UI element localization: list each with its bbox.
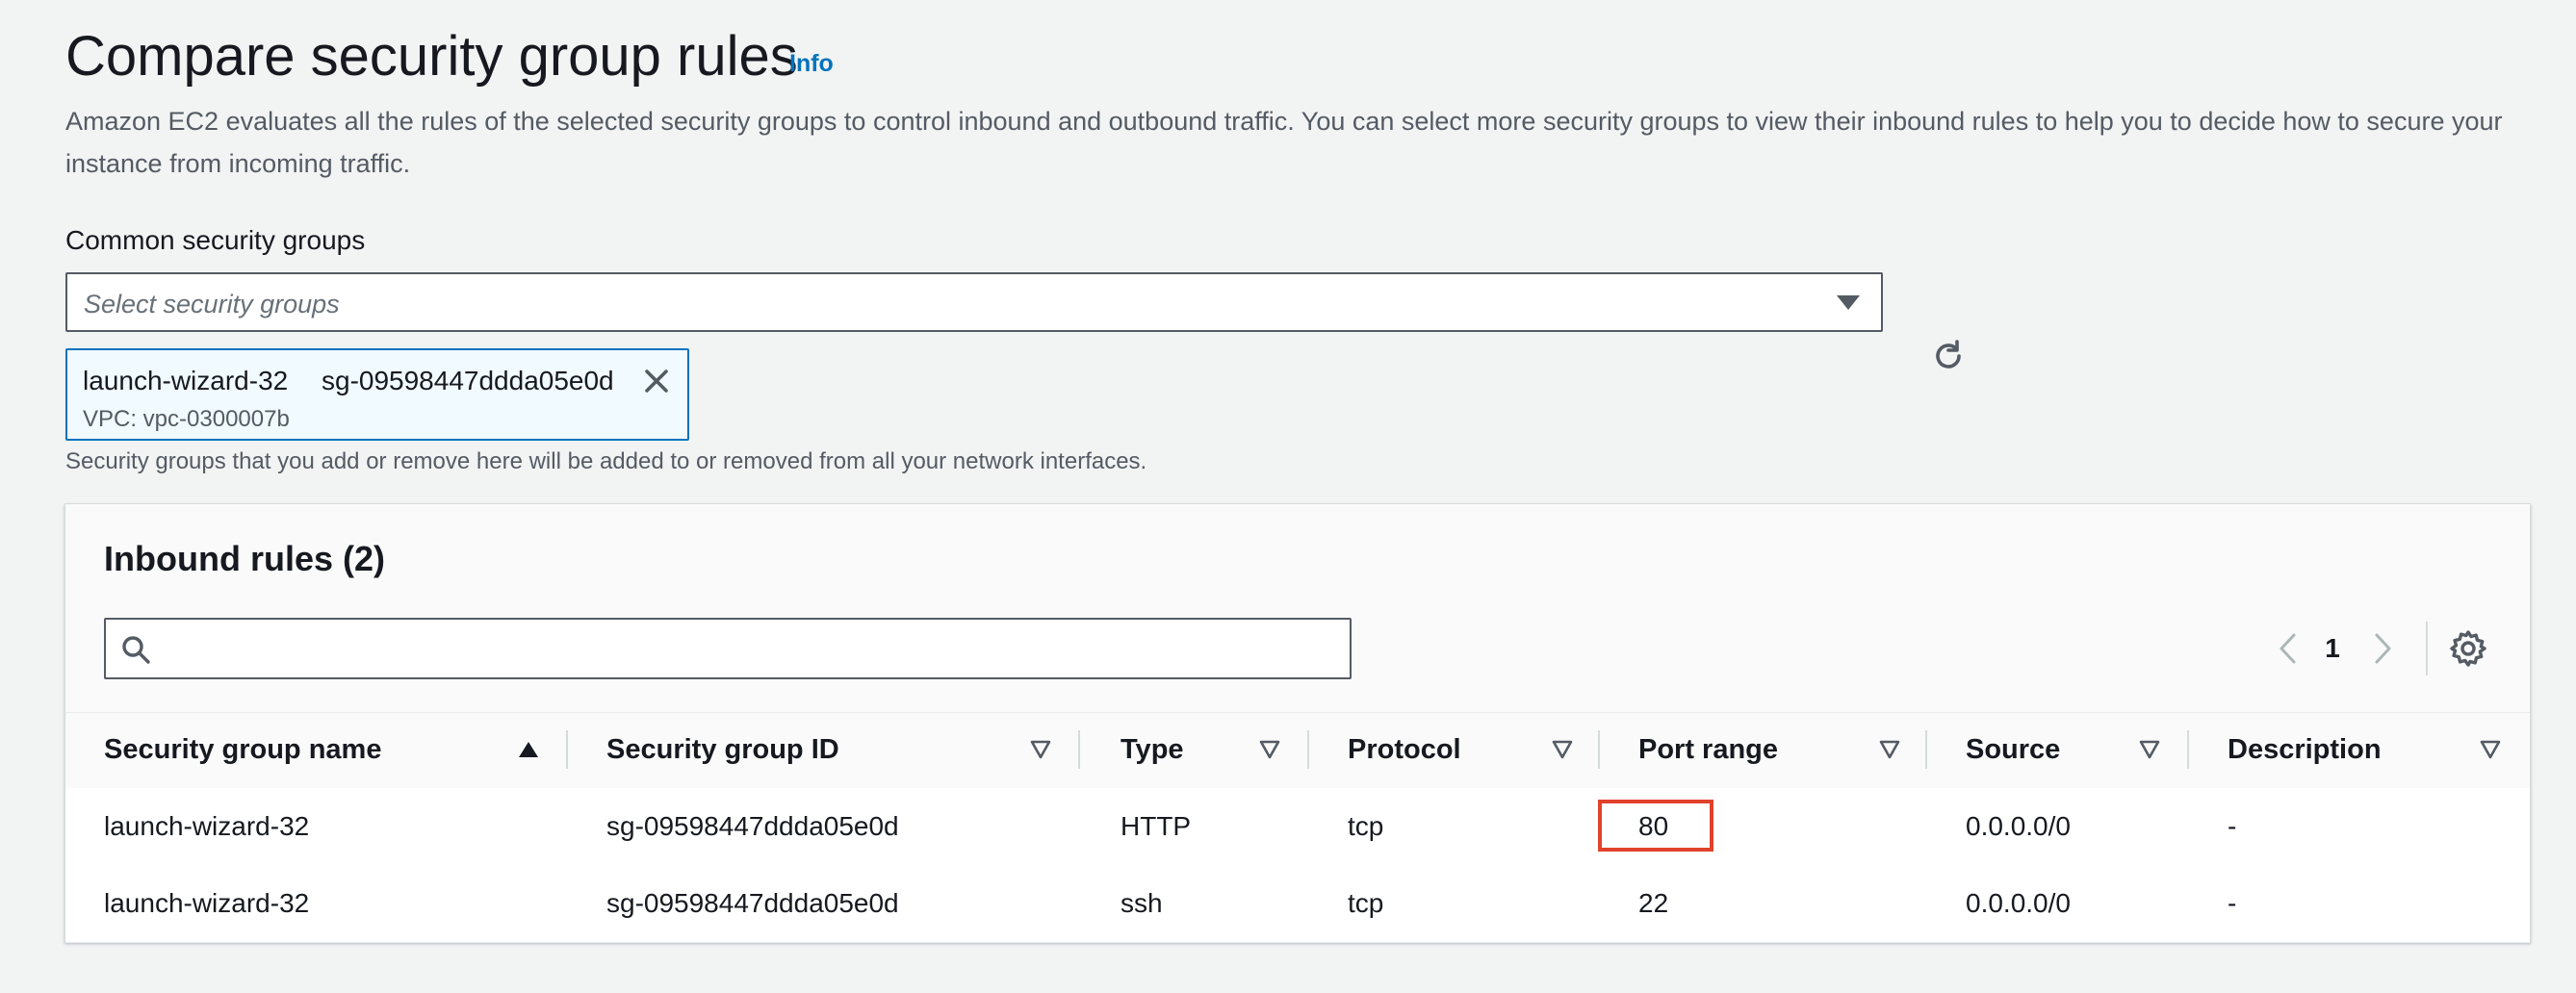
inbound-rules-panel: Inbound rules (2) 1 Security group name … xyxy=(64,503,2531,943)
inbound-rules-title: Inbound rules (2) xyxy=(104,539,385,578)
caret-down-icon xyxy=(1837,295,1860,310)
column-header-protocol[interactable]: Protocol xyxy=(1348,734,1461,766)
cell-security-group-name: launch-wizard-32 xyxy=(104,811,310,841)
column-header-port-range[interactable]: Port range xyxy=(1638,734,1778,766)
page-number[interactable]: 1 xyxy=(2318,633,2347,664)
cell-security-group-id: sg-09598447ddda05e0d xyxy=(606,888,899,918)
cell-description: - xyxy=(2228,888,2237,918)
security-groups-label: Common security groups xyxy=(65,225,366,255)
column-header-security-group-id[interactable]: Security group ID xyxy=(606,734,839,766)
cell-source: 0.0.0.0/0 xyxy=(1966,888,2071,918)
column-header-type[interactable]: Type xyxy=(1121,734,1184,766)
column-divider xyxy=(1078,730,1080,769)
cell-protocol: tcp xyxy=(1348,811,1384,841)
sort-descending-icon[interactable] xyxy=(2139,740,2160,759)
info-link[interactable]: Info xyxy=(789,50,834,78)
cell-protocol: tcp xyxy=(1348,888,1384,918)
sort-descending-icon[interactable] xyxy=(1030,740,1051,759)
cell-port-range: 22 xyxy=(1638,888,1669,918)
refresh-icon[interactable] xyxy=(1929,337,1968,375)
token-group-name: launch-wizard-32 xyxy=(83,366,289,395)
pager-divider xyxy=(2426,622,2428,675)
column-divider xyxy=(1925,730,1927,769)
page-description: Amazon EC2 evaluates all the rules of th… xyxy=(65,107,2503,178)
cell-source: 0.0.0.0/0 xyxy=(1966,811,2071,841)
sort-ascending-icon[interactable] xyxy=(518,740,539,759)
column-header-source[interactable]: Source xyxy=(1966,734,2060,766)
cell-type: HTTP xyxy=(1121,811,1192,841)
cell-type: ssh xyxy=(1121,888,1163,918)
sort-descending-icon[interactable] xyxy=(2480,740,2501,759)
column-divider xyxy=(566,730,568,769)
cell-security-group-id: sg-09598447ddda05e0d xyxy=(606,811,899,841)
token-group-id: sg-09598447ddda05e0d xyxy=(322,366,614,395)
search-icon xyxy=(122,636,150,664)
cell-description: - xyxy=(2228,811,2237,841)
page-title: Compare security group rules xyxy=(65,25,798,88)
column-divider xyxy=(1598,730,1600,769)
chevron-left-icon[interactable] xyxy=(2270,629,2308,668)
sort-descending-icon[interactable] xyxy=(1552,740,1573,759)
table-row[interactable]: launch-wizard-32 sg-09598447ddda05e0d HT… xyxy=(65,788,2530,866)
column-divider xyxy=(1307,730,1309,769)
sort-descending-icon[interactable] xyxy=(1879,740,1900,759)
column-header-description[interactable]: Description xyxy=(2228,734,2382,766)
rules-search-input[interactable] xyxy=(104,618,1352,679)
selected-security-group-token: launch-wizard-32 sg-09598447ddda05e0d VP… xyxy=(65,348,689,441)
column-header-security-group-name[interactable]: Security group name xyxy=(104,734,381,766)
sort-descending-icon[interactable] xyxy=(1259,740,1280,759)
security-groups-hint: Security groups that you add or remove h… xyxy=(65,448,1147,474)
settings-gear-icon[interactable] xyxy=(2447,627,2489,670)
select-placeholder: Select security groups xyxy=(84,290,340,318)
column-divider xyxy=(2187,730,2189,769)
table-row[interactable]: launch-wizard-32 sg-09598447ddda05e0d ss… xyxy=(65,865,2530,943)
close-icon[interactable] xyxy=(639,364,674,398)
chevron-right-icon[interactable] xyxy=(2362,629,2401,668)
table-header-row: Security group name Security group ID Ty… xyxy=(65,712,2530,789)
cell-port-range: 80 xyxy=(1638,811,1669,841)
security-groups-select[interactable]: Select security groups xyxy=(65,272,1883,332)
token-vpc: VPC: vpc-0300007b xyxy=(83,406,290,432)
cell-security-group-name: launch-wizard-32 xyxy=(104,888,310,918)
